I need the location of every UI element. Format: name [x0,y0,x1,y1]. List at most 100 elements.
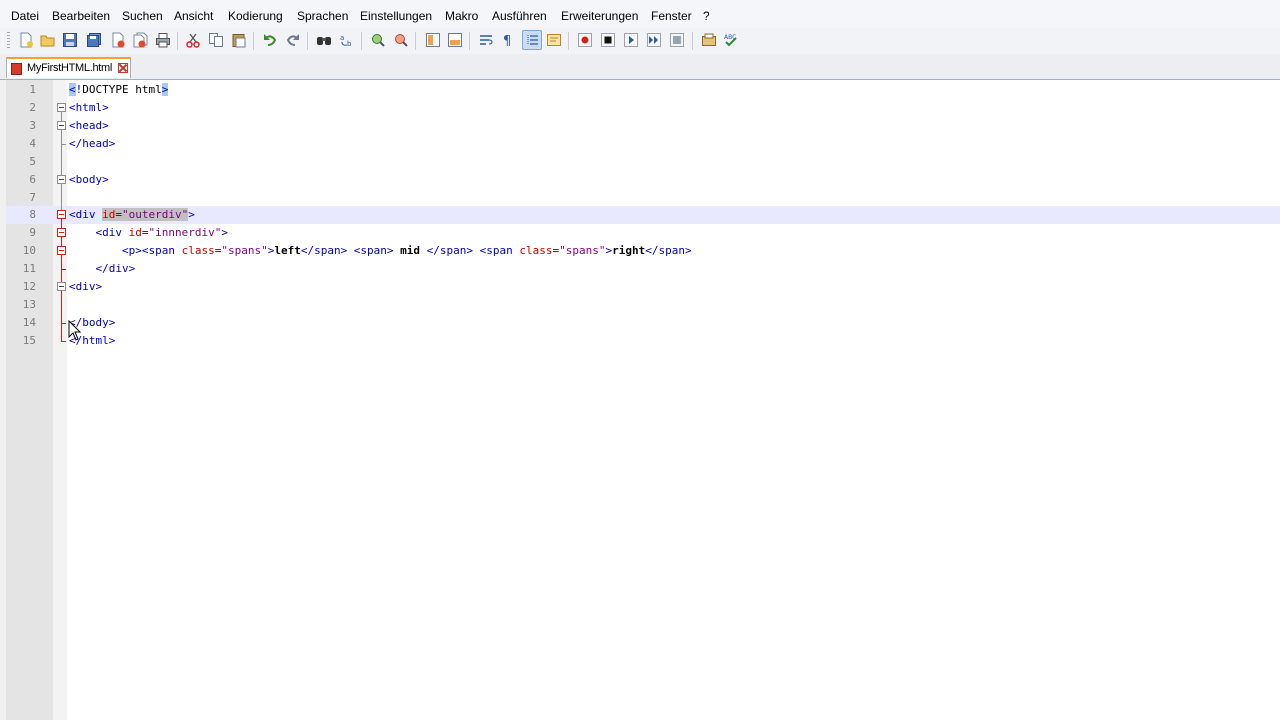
indent-guide-icon[interactable] [522,30,542,50]
code-line[interactable]: 1 <!DOCTYPE html> [6,81,1280,99]
show-all-chars-icon[interactable]: ¶ [499,31,517,49]
code-line[interactable]: 15 </html> [6,332,1280,350]
run-macro-multiple-icon[interactable] [645,31,663,49]
toolbar-separator [253,32,254,50]
fold-guide [61,144,66,145]
toolbar-separator [177,32,178,50]
line-number: 2 [29,101,36,114]
doc-map-icon[interactable] [545,31,563,49]
toolbar-separator [307,32,308,50]
fold-toggle-icon[interactable] [57,121,66,130]
line-number: 10 [22,244,36,257]
close-all-icon[interactable] [131,31,149,49]
word-wrap-icon[interactable] [477,31,495,49]
toolbar-separator [415,32,416,50]
new-file-icon[interactable] [17,31,35,49]
code-line[interactable]: 7 [6,189,1280,207]
stop-record-icon[interactable] [599,31,617,49]
line-number: 9 [29,226,36,239]
cut-icon[interactable] [184,31,202,49]
menu-makro[interactable]: Makro [445,9,478,23]
sync-horizontal-icon[interactable] [446,31,464,49]
open-file-icon[interactable] [39,31,57,49]
menu-sprachen[interactable]: Sprachen [297,9,348,23]
line-number: 6 [29,173,36,186]
fold-toggle-icon[interactable] [57,210,66,219]
toolbar-grip[interactable] [7,32,10,50]
play-macro-icon[interactable] [622,31,640,49]
line-number: 5 [29,155,36,168]
code-line[interactable]: 12 <div> [6,278,1280,296]
code-line[interactable]: 6 <body> [6,171,1280,189]
undo-icon[interactable] [261,31,279,49]
line-number: 1 [29,83,36,96]
fold-toggle-icon[interactable] [57,246,66,255]
paste-icon[interactable] [230,31,248,49]
menu-datei[interactable]: Datei [11,9,39,23]
menu-erweiterungen[interactable]: Erweiterungen [561,9,638,23]
redo-icon[interactable] [284,31,302,49]
svg-text:a: a [340,34,344,42]
replace-icon[interactable]: ab [338,31,356,49]
line-number: 11 [22,262,36,275]
menu-help[interactable]: ? [703,9,710,23]
code-line[interactable]: 2 <html> [6,99,1280,117]
toolbar-separator [568,32,569,50]
menu-ansicht[interactable]: Ansicht [174,9,213,23]
menu-bearbeiten[interactable]: Bearbeiten [52,9,110,23]
print-icon[interactable] [154,31,172,49]
line-number: 8 [29,208,36,221]
find-icon[interactable] [315,31,333,49]
line-text: <div id="outerdiv"> [69,208,195,221]
svg-text:¶: ¶ [503,34,511,48]
line-text: <head> [69,119,109,132]
fold-guide-active [61,291,62,341]
menu-fenster[interactable]: Fenster [651,9,692,23]
fold-toggle-icon[interactable] [57,282,66,291]
svg-text:b: b [347,40,352,48]
menu-suchen[interactable]: Suchen [122,9,163,23]
line-number: 12 [22,280,36,293]
zoom-in-icon[interactable] [369,31,387,49]
toolbar-separator [469,32,470,50]
record-macro-icon[interactable] [576,31,594,49]
code-line[interactable]: 13 [6,296,1280,314]
fold-toggle-icon[interactable] [57,228,66,237]
tab-myfirsthtml[interactable]: MyFirstHTML.html [6,57,131,78]
zoom-out-icon[interactable] [392,31,410,49]
line-text: <!DOCTYPE html> [69,83,169,96]
menu-bar: Datei Bearbeiten Suchen Ansicht Kodierun… [0,0,1280,29]
preview-icon[interactable] [700,31,718,49]
save-macro-icon[interactable] [668,31,686,49]
sync-vertical-icon[interactable] [424,31,442,49]
current-code-line[interactable]: 8 <div id="outerdiv"> [6,206,1280,224]
menu-kodierung[interactable]: Kodierung [228,9,283,23]
fold-toggle-icon[interactable] [57,103,66,112]
mouse-pointer-icon [68,320,82,341]
code-line[interactable]: 9 <div id="innnerdiv"> [6,224,1280,242]
save-all-icon[interactable] [85,31,103,49]
close-icon[interactable] [109,31,127,49]
fold-guide-active [61,269,66,270]
code-line[interactable]: 10 <p><span class="spans">left</span> <s… [6,242,1280,260]
tab-close-icon[interactable] [118,63,128,73]
line-number: 7 [29,191,36,204]
copy-icon[interactable] [207,31,225,49]
code-line[interactable]: 11 </div> [6,260,1280,278]
toolbar: ab ¶ ABC [0,28,1280,54]
line-number: 4 [29,137,36,150]
code-line[interactable]: 14 </body> [6,314,1280,332]
menu-einstellungen[interactable]: Einstellungen [360,9,432,23]
menu-ausfuehren[interactable]: Ausführen [492,9,547,23]
code-line[interactable]: 4 </head> [6,135,1280,153]
code-line[interactable]: 3 <head> [6,117,1280,135]
code-line[interactable]: 5 [6,153,1280,171]
line-number: 15 [22,334,36,347]
line-text: </div> [95,262,136,275]
spellcheck-icon[interactable]: ABC [722,31,740,49]
editor[interactable]: 1 <!DOCTYPE html> 2 <html> 3 <head> 4 </… [6,80,1280,720]
fold-toggle-icon[interactable] [57,175,66,184]
save-icon[interactable] [61,31,79,49]
fold-guide-active [61,323,66,324]
tab-label: MyFirstHTML.html [27,62,113,74]
